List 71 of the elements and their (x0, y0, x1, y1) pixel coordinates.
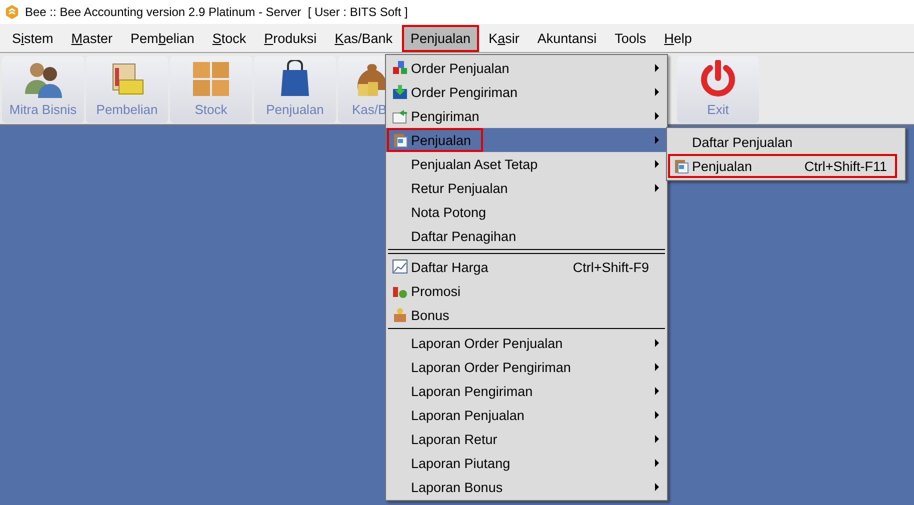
envelope-icon (392, 108, 408, 124)
menu-bar-item[interactable]: Stock (204, 24, 254, 52)
menu-bar-item[interactable]: Penjualan (402, 24, 479, 52)
submenu-arrow-icon (655, 136, 659, 144)
menu-bar-item[interactable]: Pembelian (122, 24, 202, 52)
menu-item[interactable]: Daftar Penagihan (386, 224, 667, 248)
menu-bar-item[interactable]: Akuntansi (529, 24, 605, 52)
chart-icon (392, 259, 408, 275)
submenu-arrow-icon (655, 112, 659, 120)
menu-item-label: Laporan Bonus (411, 480, 503, 494)
menu-item-label: Penjualan Aset Tetap (411, 156, 538, 172)
menu-item[interactable]: Laporan Retur (386, 427, 667, 451)
menu-item[interactable]: Laporan Order Penjualan (386, 331, 667, 355)
submenu-arrow-icon (655, 411, 659, 419)
menu-bar-item[interactable]: Produksi (256, 24, 325, 52)
submenu-arrow-icon (655, 184, 659, 192)
menu-item[interactable]: Laporan Pengiriman (386, 379, 667, 403)
menu-bar-item[interactable]: Kas/Bank (326, 24, 400, 52)
download-icon (392, 84, 408, 100)
menu-item[interactable]: Penjualan Aset Tetap (386, 152, 667, 176)
menu-item-label: Laporan Order Pengiriman (411, 360, 571, 374)
menu-item-label: Nota Potong (411, 204, 486, 220)
menu-item-label: Laporan Penjualan (411, 408, 524, 422)
menu-bar-item[interactable]: Master (63, 24, 121, 52)
submenu-arrow-icon (655, 483, 659, 491)
submenu-arrow-icon (655, 435, 659, 443)
shortcut-label: Ctrl+Shift-F11 (804, 158, 887, 174)
menu-item-label: Bonus (411, 308, 450, 322)
power-icon (698, 60, 738, 98)
clipboard-icon (673, 158, 689, 174)
submenu-arrow-icon (655, 64, 659, 72)
menu-item[interactable]: Daftar Harga Ctrl+Shift-F9 (386, 255, 667, 279)
submenu-arrow-icon (655, 459, 659, 467)
menu-item-label: Laporan Piutang (411, 456, 510, 470)
clipboard-icon (392, 132, 408, 148)
boxes-icon (191, 60, 231, 98)
menu-item[interactable]: Promosi (386, 279, 667, 303)
menu-bar-item[interactable]: Help (656, 24, 700, 52)
menu-bar-item[interactable]: Kasir (480, 24, 528, 52)
bee-logo-icon (5, 5, 19, 19)
menu-item[interactable]: Laporan Piutang (386, 451, 667, 475)
menu-item[interactable]: Nota Potong (386, 200, 667, 224)
menu-item[interactable]: Bonus (386, 303, 667, 327)
menu-bar-item[interactable]: Sistem (4, 24, 62, 52)
blocks-icon (392, 60, 408, 76)
submenu-arrow-icon (655, 363, 659, 371)
submenu-arrow-icon (655, 88, 659, 96)
shortcut-label: Ctrl+Shift-F9 (572, 260, 649, 274)
submenu-arrow-icon (655, 387, 659, 395)
box-icon (392, 307, 408, 323)
submenu-arrow-icon (655, 160, 659, 168)
menu-item-label: Laporan Order Penjualan (411, 336, 563, 350)
menu-item[interactable]: Laporan Order Pengiriman (386, 355, 667, 379)
menu-item-label: Laporan Pengiriman (411, 384, 533, 398)
menu-bar-item[interactable]: Tools (606, 24, 654, 52)
submenu-arrow-icon (655, 339, 659, 347)
menu-item-label: Daftar Penagihan (411, 228, 516, 244)
menu-item-label: Daftar Harga (411, 260, 488, 274)
menu-item-label: Penjualan (411, 132, 472, 148)
window-title: Bee :: Bee Accounting version 2.9 Platinum - Server [ User : BITS Soft ] (25, 5, 408, 19)
menu-item-label: Daftar Penjualan (692, 134, 793, 150)
menu-item-label: Laporan Retur (411, 432, 498, 446)
menu-item-label: Retur Penjualan (411, 180, 508, 196)
menu-item-label: Promosi (411, 284, 461, 298)
menu-item-label: Penjualan (692, 158, 752, 174)
menu-item[interactable]: Laporan Bonus (386, 475, 667, 499)
menu-item[interactable]: Retur Penjualan (386, 176, 667, 200)
menu-item[interactable]: Laporan Penjualan (386, 403, 667, 427)
menu-item[interactable]: Daftar Penjualan (667, 130, 905, 154)
menu-item[interactable]: Penjualan (386, 128, 667, 152)
people-icon (23, 60, 63, 98)
